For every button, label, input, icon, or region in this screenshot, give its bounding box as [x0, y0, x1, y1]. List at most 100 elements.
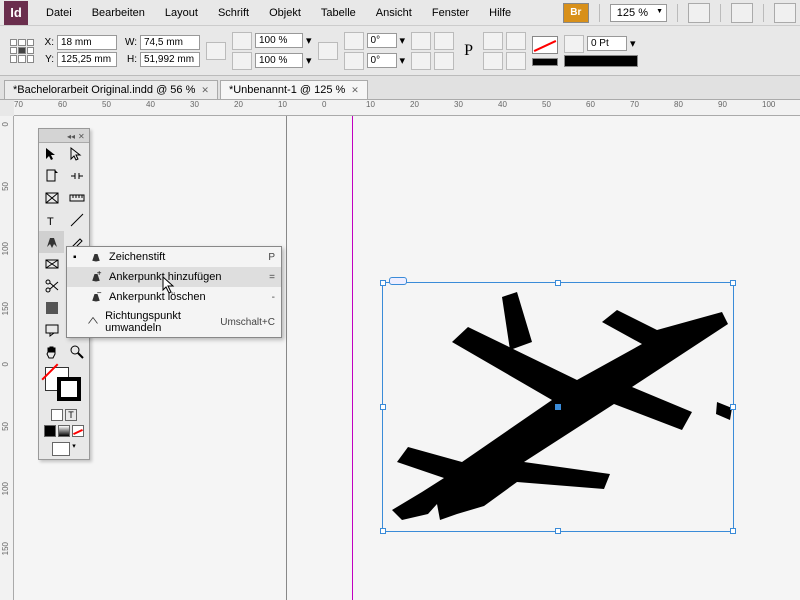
flyout-item-delete-anchor[interactable]: − Ankerpunkt löschen - [67, 287, 281, 307]
shear-input[interactable] [367, 53, 397, 68]
menu-type[interactable]: Schrift [208, 3, 259, 23]
ruler-tick: 20 [234, 100, 243, 109]
hand-tool[interactable] [39, 341, 64, 363]
flyout-item-pen[interactable]: ▪ Zeichenstift P [67, 247, 281, 267]
canvas[interactable] [14, 116, 800, 600]
page-edge [286, 116, 287, 600]
delete-anchor-icon: − [89, 290, 103, 304]
stroke-swatch[interactable] [532, 58, 558, 66]
formatting-container-icon[interactable] [51, 409, 63, 421]
resize-handle[interactable] [555, 528, 561, 534]
stroke-style-select[interactable] [564, 55, 638, 67]
measure-tool[interactable] [64, 187, 89, 209]
constrain-icon[interactable] [206, 42, 226, 60]
add-anchor-icon: + [89, 270, 103, 284]
collapse-icon[interactable]: ◂◂ [67, 132, 75, 140]
menu-file[interactable]: Datei [36, 3, 82, 23]
y-input[interactable] [57, 52, 117, 67]
line-tool[interactable] [64, 209, 89, 231]
menu-window[interactable]: Fenster [422, 3, 479, 23]
menu-view[interactable]: Ansicht [366, 3, 422, 23]
paragraph-style-icon[interactable]: P [460, 42, 477, 60]
resize-handle[interactable] [730, 528, 736, 534]
zoom-tool[interactable] [64, 341, 89, 363]
select-content-icon[interactable] [506, 32, 526, 50]
flyout-item-add-anchor[interactable]: + Ankerpunkt hinzufügen = [67, 267, 281, 287]
tab-document-2[interactable]: *Unbenannt-1 @ 125 %✕ [220, 80, 368, 99]
select-prev-icon[interactable] [483, 52, 503, 70]
resize-handle[interactable] [380, 280, 386, 286]
stroke-color-swatch[interactable] [57, 377, 81, 401]
close-icon[interactable]: ✕ [78, 132, 86, 140]
horizontal-ruler[interactable]: 706050403020100102030405060708090100 [14, 100, 800, 116]
rotate-cw-icon[interactable] [434, 32, 454, 50]
pen-tool[interactable] [39, 231, 64, 253]
rotate-input[interactable] [367, 33, 397, 48]
content-grabber[interactable] [389, 277, 407, 285]
note-tool[interactable] [39, 319, 64, 341]
stroke-weight-icon [564, 35, 584, 53]
scale-y-input[interactable] [255, 53, 303, 68]
select-container-icon[interactable] [483, 32, 503, 50]
menu-layout[interactable]: Layout [155, 3, 208, 23]
flip-h-icon[interactable] [411, 52, 431, 70]
close-icon[interactable]: ✕ [201, 85, 209, 96]
resize-handle[interactable] [730, 280, 736, 286]
ruler-tick: 100 [762, 100, 775, 109]
zoom-level-select[interactable]: 125 % [610, 4, 667, 22]
menu-help[interactable]: Hilfe [479, 3, 521, 23]
view-mode-button[interactable] [52, 442, 70, 456]
w-label: W: [123, 37, 137, 48]
width-input[interactable] [140, 35, 200, 50]
svg-text:+: + [97, 271, 102, 278]
x-input[interactable] [57, 35, 117, 50]
flip-v-icon[interactable] [434, 52, 454, 70]
rectangle-tool[interactable] [39, 253, 64, 275]
tab-title: *Bachelorarbeit Original.indd @ 56 % [13, 84, 195, 96]
type-tool[interactable]: T [39, 209, 64, 231]
tab-document-1[interactable]: *Bachelorarbeit Original.indd @ 56 % ✕ [4, 80, 218, 99]
arrange-button[interactable] [731, 3, 753, 23]
fill-stroke-swatches[interactable] [39, 363, 89, 407]
stroke-weight-input[interactable] [587, 36, 627, 51]
formatting-text-icon[interactable]: T [65, 409, 77, 421]
bridge-button[interactable]: Br [563, 3, 589, 23]
menu-edit[interactable]: Bearbeiten [82, 3, 155, 23]
resize-handle[interactable] [730, 404, 736, 410]
ruler-tick: 10 [366, 100, 375, 109]
screen-mode-button[interactable] [688, 3, 710, 23]
apply-gradient-icon[interactable] [58, 425, 70, 437]
rotate-ccw-icon[interactable] [411, 32, 431, 50]
workspace-button[interactable] [774, 3, 796, 23]
resize-handle[interactable] [555, 280, 561, 286]
ruler-tick: 0 [322, 100, 326, 109]
fill-swatch[interactable] [532, 36, 558, 54]
scale-x-input[interactable] [255, 33, 303, 48]
page-tool[interactable] [39, 165, 64, 187]
link-scale-icon[interactable] [318, 42, 338, 60]
menu-object[interactable]: Objekt [259, 3, 311, 23]
panel-header[interactable]: ◂◂ ✕ [39, 129, 89, 143]
apply-none-icon[interactable] [72, 425, 84, 437]
ruler-tick: 150 [1, 302, 10, 315]
selection-frame[interactable] [382, 282, 734, 532]
menu-table[interactable]: Tabelle [311, 3, 366, 23]
gradient-swatch-tool[interactable] [39, 297, 64, 319]
apply-color-icon[interactable] [44, 425, 56, 437]
center-point[interactable] [555, 404, 561, 410]
reference-point-proxy[interactable] [10, 39, 34, 63]
flyout-item-convert-point[interactable]: Richtungspunkt umwandeln Umschalt+C [67, 307, 281, 337]
gap-tool[interactable] [64, 165, 89, 187]
selection-tool[interactable] [39, 143, 64, 165]
ruler-tick: 70 [14, 100, 23, 109]
resize-handle[interactable] [380, 528, 386, 534]
flyout-label: Zeichenstift [109, 251, 165, 263]
scissors-tool[interactable] [39, 275, 64, 297]
height-input[interactable] [140, 52, 200, 67]
vertical-ruler[interactable]: 050100150050100150 [0, 116, 14, 600]
resize-handle[interactable] [380, 404, 386, 410]
select-next-icon[interactable] [506, 52, 526, 70]
close-icon[interactable]: ✕ [351, 85, 359, 96]
direct-selection-tool[interactable] [64, 143, 89, 165]
rectangle-frame-tool[interactable] [39, 187, 64, 209]
